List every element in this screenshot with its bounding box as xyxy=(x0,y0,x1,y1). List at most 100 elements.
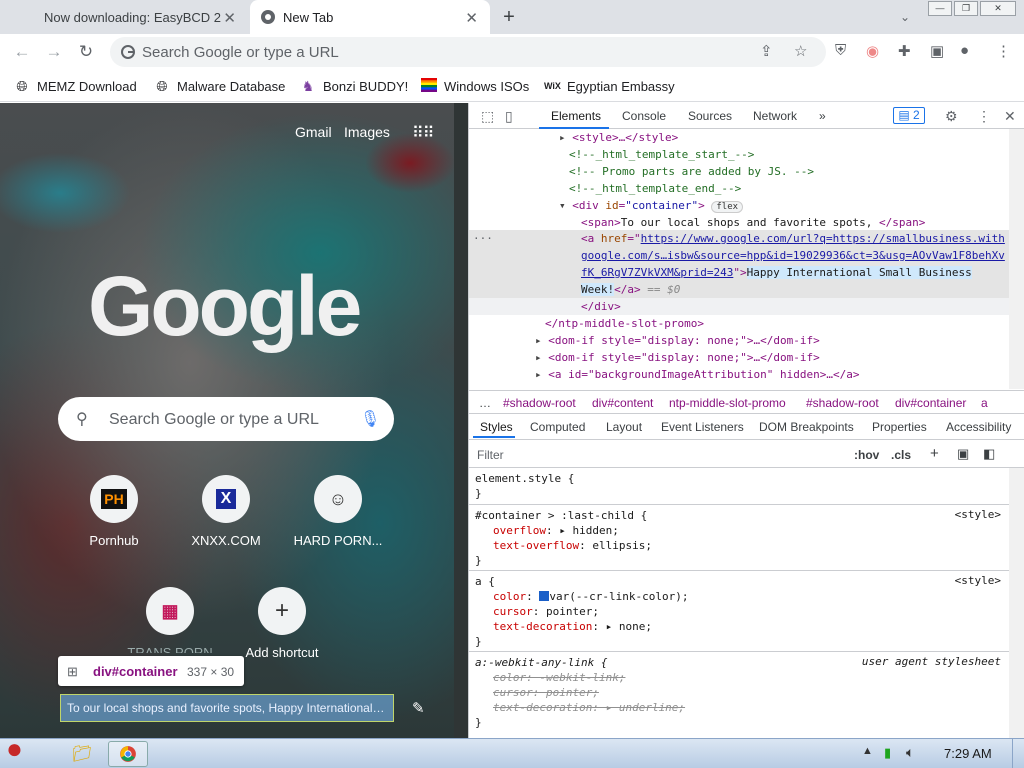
close-tab-icon[interactable]: ✕ xyxy=(465,9,478,27)
shortcut-hard[interactable]: ☺ HARD PORN... xyxy=(282,475,394,548)
cls-button[interactable]: .cls xyxy=(891,448,911,462)
tab-properties[interactable]: Properties xyxy=(872,420,927,434)
maximize-button[interactable]: ❐ xyxy=(954,1,978,16)
css-declaration[interactable]: cursor: pointer; xyxy=(493,604,599,619)
microphone-icon[interactable]: 🎙︎ xyxy=(360,409,380,429)
issues-badge[interactable]: ▤ 2 xyxy=(893,107,925,124)
search-box[interactable]: ⚲ Search Google or type a URL 🎙︎ xyxy=(58,397,394,441)
page-scrollbar[interactable] xyxy=(454,103,468,738)
new-tab-button[interactable]: + xyxy=(497,5,521,29)
dom-ellipsis-icon[interactable]: ··· xyxy=(473,230,493,247)
taskbar-chrome-button[interactable] xyxy=(108,741,148,767)
tab-dom-breakpoints[interactable]: DOM Breakpoints xyxy=(759,420,854,434)
reload-icon[interactable]: ↻ xyxy=(74,40,98,64)
battery-icon[interactable]: ▮ xyxy=(884,745,891,761)
customize-pencil-icon[interactable]: ✎ xyxy=(412,699,425,717)
styles-pane[interactable]: element.style { } #container > :last-chi… xyxy=(469,468,1009,738)
extension-flag-icon[interactable]: ◉ xyxy=(866,42,879,60)
extensions-puzzle-icon[interactable]: ✚ xyxy=(898,42,911,60)
shortcut-xnxx[interactable]: X XNXX.COM xyxy=(170,475,282,548)
element-state-icon[interactable]: ▣ xyxy=(957,446,969,462)
dom-line[interactable]: ▸ <a id="backgroundImageAttribution" hid… xyxy=(535,366,860,383)
tab-computed[interactable]: Computed xyxy=(530,420,585,434)
tab-network[interactable]: Network xyxy=(753,109,797,123)
dom-line-selected[interactable]: Week!</a> == $0 xyxy=(581,281,680,298)
breadcrumb-item[interactable]: div#container xyxy=(895,396,966,410)
tab-search-chevron-icon[interactable]: ⌄ xyxy=(894,6,916,28)
dom-line[interactable]: ▸ <dom-if style="display: none;">…</dom-… xyxy=(535,332,820,349)
sidebar-toggle-icon[interactable]: ◧ xyxy=(983,446,995,462)
dom-tree[interactable]: ▸ <style>…</style> <!--_html_template_st… xyxy=(469,129,1009,389)
clock[interactable]: 7:29 AM xyxy=(944,746,992,761)
share-icon[interactable]: ⇪ xyxy=(760,42,773,60)
breadcrumb-item[interactable]: ntp-middle-slot-promo xyxy=(669,396,786,410)
dom-line[interactable]: ▾ <div id="container"> flex xyxy=(559,197,744,214)
apps-grid-icon[interactable]: ⠿⠿ xyxy=(412,123,434,143)
dom-line[interactable]: <span>To our local shops and favorite sp… xyxy=(581,214,925,231)
promo-highlight[interactable]: To our local shops and favorite spots, H… xyxy=(60,694,394,722)
device-toggle-icon[interactable]: ▯ xyxy=(505,108,513,125)
angry-bird-start-icon[interactable]: ● xyxy=(6,733,23,765)
dom-line-selected[interactable]: google.com/s…isbw&source=hpp&id=19029936… xyxy=(581,247,1005,264)
profile-avatar-icon[interactable]: ● xyxy=(960,42,969,59)
breadcrumb-item[interactable]: div#content xyxy=(592,396,653,410)
close-devtools-icon[interactable]: ✕ xyxy=(1004,108,1016,125)
settings-gear-icon[interactable]: ⚙ xyxy=(945,108,958,125)
dom-line[interactable]: ▸ <style>…</style> xyxy=(559,129,678,146)
inspect-cursor-icon[interactable]: ⬚ xyxy=(481,108,494,125)
breadcrumb-item[interactable]: #shadow-root xyxy=(806,396,879,410)
more-tabs-chevron-icon[interactable]: » xyxy=(819,109,826,123)
omnibox[interactable]: Search Google or type a URL ⇪ ☆ xyxy=(110,37,826,67)
minimize-button[interactable]: — xyxy=(928,1,952,16)
add-shortcut-button[interactable]: + Add shortcut xyxy=(226,587,338,660)
folder-icon[interactable]: 📁︎ xyxy=(72,744,92,764)
shortcut-pornhub[interactable]: PH Pornhub xyxy=(58,475,170,548)
extension-ublock-icon[interactable]: ⛨ xyxy=(835,42,846,59)
bookmark-star-icon[interactable]: ☆ xyxy=(794,42,807,60)
tab-console[interactable]: Console xyxy=(622,109,666,123)
tab-styles[interactable]: Styles xyxy=(480,420,513,434)
dom-line[interactable]: <!-- Promo parts are added by JS. --> xyxy=(569,163,814,180)
bookmark-memz[interactable]: 🌐︎ MEMZ Download xyxy=(14,76,136,96)
tab-event-listeners[interactable]: Event Listeners xyxy=(661,420,744,434)
devtools-menu-icon[interactable]: ⋮ xyxy=(977,108,991,125)
rule-source-link[interactable]: <style> xyxy=(955,508,1001,521)
show-desktop-button[interactable] xyxy=(1012,739,1024,768)
dom-line[interactable]: <!--_html_template_end_--> xyxy=(569,180,741,197)
bookmark-bonzi[interactable]: ♞ Bonzi BUDDY! xyxy=(300,76,409,96)
filter-input[interactable]: Filter xyxy=(477,448,504,462)
hov-button[interactable]: :hov xyxy=(854,448,879,462)
tab-elements[interactable]: Elements xyxy=(551,109,601,123)
tab-downloading[interactable]: Now downloading: EasyBCD 2 ✕ xyxy=(0,0,248,34)
dom-line[interactable]: ▸ <dom-if style="display: none;">…</dom-… xyxy=(535,349,820,366)
dom-line-selected[interactable]: <a href="https://www.google.com/url?q=ht… xyxy=(581,230,1005,247)
shortcut-trans[interactable]: ▦ TRANS PORN xyxy=(114,587,226,653)
gmail-link[interactable]: Gmail xyxy=(295,124,332,140)
close-window-button[interactable]: ✕ xyxy=(980,1,1016,16)
styles-scrollbar[interactable] xyxy=(1009,468,1024,738)
css-declaration[interactable]: color: var(--cr-link-color); xyxy=(493,589,688,604)
dom-line[interactable]: <!--_html_template_start_--> xyxy=(569,146,754,163)
forward-icon[interactable]: → xyxy=(42,40,66,64)
bookmark-egyptian-embassy[interactable]: WiX Egyptian Embassy xyxy=(544,76,675,96)
dom-line[interactable]: </ntp-middle-slot-promo> xyxy=(545,315,704,332)
dom-line-selected[interactable]: fK_6RgV7ZVkVXM&prid=243">Happy Internati… xyxy=(581,264,972,281)
tray-expand-icon[interactable]: ▲ xyxy=(862,745,873,757)
dom-scrollbar[interactable] xyxy=(1009,129,1024,389)
tab-new-tab[interactable]: New Tab ✕ xyxy=(250,0,490,34)
menu-kebab-icon[interactable]: ⋮ xyxy=(996,42,1011,60)
css-declaration[interactable]: overflow: ▸ hidden; xyxy=(493,523,619,538)
images-link[interactable]: Images xyxy=(344,124,390,140)
side-panel-icon[interactable]: ▣ xyxy=(930,42,944,60)
breadcrumb-item[interactable]: … xyxy=(479,396,491,410)
breadcrumb-item[interactable]: #shadow-root xyxy=(503,396,576,410)
tab-sources[interactable]: Sources xyxy=(688,109,732,123)
css-declaration[interactable]: text-decoration: ▸ none; xyxy=(493,619,652,634)
bookmark-windows-isos[interactable]: Windows ISOs xyxy=(421,76,529,96)
new-rule-plus-icon[interactable]: + xyxy=(930,445,939,462)
close-tab-icon[interactable]: ✕ xyxy=(223,9,236,27)
dom-line[interactable]: </div> xyxy=(581,298,621,315)
tab-accessibility[interactable]: Accessibility xyxy=(946,420,1011,434)
bookmark-malware-db[interactable]: 🌐︎ Malware Database xyxy=(154,76,285,96)
breadcrumb-item[interactable]: a xyxy=(981,396,988,410)
